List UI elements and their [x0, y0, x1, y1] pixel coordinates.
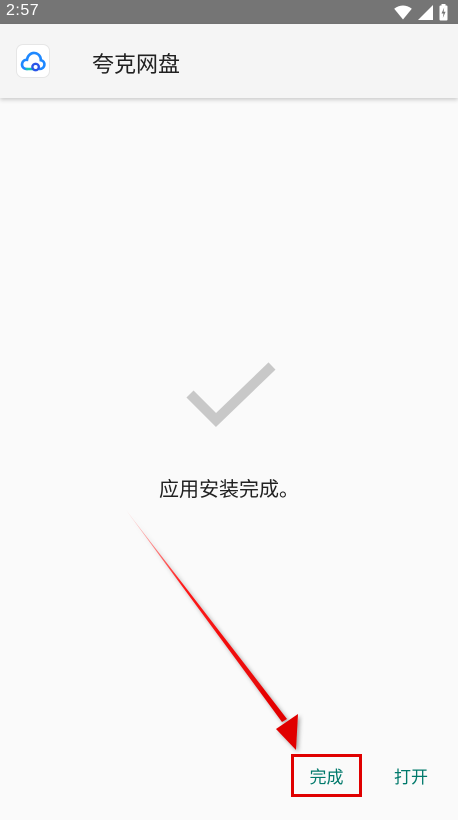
open-button[interactable]: 打开 [380, 754, 442, 797]
status-icons [394, 3, 448, 21]
status-time: 2:57 [6, 2, 40, 19]
checkmark-icon [186, 362, 276, 428]
done-button[interactable]: 完成 [291, 754, 362, 797]
app-bar: 夸克网盘 [0, 24, 458, 98]
quark-cloud-app-icon [17, 45, 49, 77]
status-bar: 2:57 [0, 0, 458, 24]
battery-charging-icon [439, 3, 448, 21]
install-complete-screen: 2:57 夸克网盘 应用安装完成。 完成 打开 [0, 0, 458, 820]
wifi-icon [394, 5, 412, 20]
signal-icon [418, 4, 433, 20]
app-title: 夸克网盘 [92, 53, 181, 78]
install-complete-message: 应用安装完成。 [159, 477, 299, 501]
